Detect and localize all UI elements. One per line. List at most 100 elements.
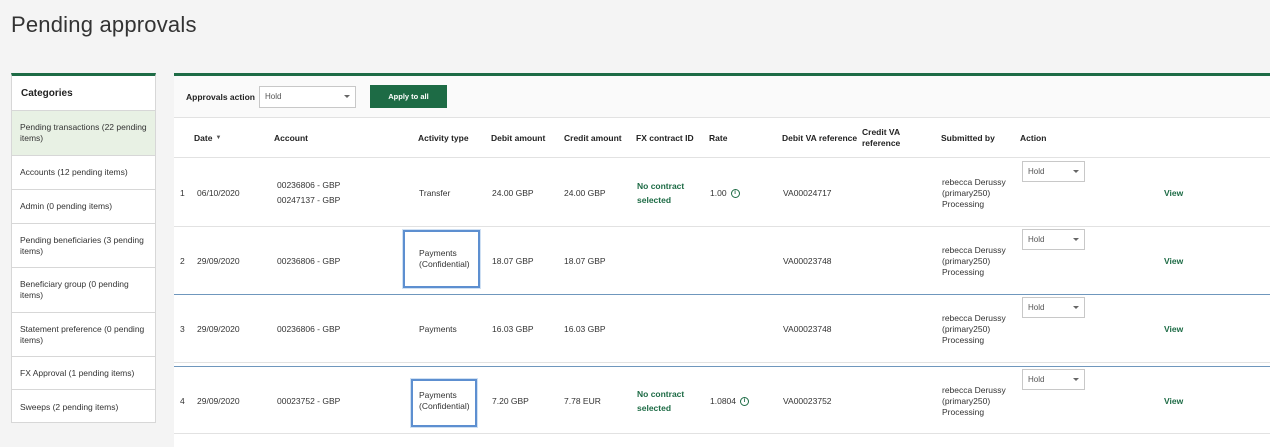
row-date: 29/09/2020	[197, 395, 240, 406]
categories-sidebar: Categories Pending transactions (22 pend…	[11, 73, 156, 423]
row-number: 3	[180, 323, 185, 334]
sidebar-item-label: Beneficiary group (0 pending items)	[20, 279, 129, 300]
sidebar-item-fx-approval[interactable]: FX Approval (1 pending items)	[12, 357, 155, 390]
table-row: 4 29/09/2020 00023752 - GBP Payments (Co…	[174, 366, 1270, 434]
row-debit-va-reference: VA00024717	[783, 187, 832, 198]
row-number: 4	[180, 395, 185, 406]
row-action-select[interactable]: Hold	[1022, 161, 1085, 182]
row-debit-va-reference: VA00023748	[783, 255, 832, 266]
row-debit-va-reference: VA00023748	[783, 323, 832, 334]
row-view-link[interactable]: View	[1164, 159, 1183, 227]
row-activity-type[interactable]: Payments (Confidential)	[419, 225, 475, 293]
chevron-down-icon	[1073, 305, 1079, 309]
row-submitted-by: rebecca Derussy (primary250) Processing	[942, 312, 1006, 345]
row-fx-contract-id: No contract selected	[637, 181, 685, 205]
sidebar-item-label: Pending transactions (22 pending items)	[20, 122, 147, 143]
apply-to-all-button[interactable]: Apply to all	[369, 85, 447, 108]
row-account: 00236806 - GBP	[277, 255, 341, 266]
sidebar-item-label: FX Approval (1 pending items)	[20, 367, 135, 378]
row-number: 1	[180, 187, 185, 198]
sidebar-item-label: Accounts (12 pending items)	[20, 167, 128, 177]
row-date: 29/09/2020	[197, 255, 240, 266]
chevron-down-icon	[1073, 377, 1079, 381]
row-credit-amount: 24.00 GBP	[564, 187, 606, 198]
row-submitted-by: rebecca Derussy (primary250) Processing	[942, 176, 1006, 209]
row-rate: 1.00 i	[710, 159, 740, 227]
row-debit-amount: 18.07 GBP	[492, 255, 534, 266]
row-view-link[interactable]: View	[1164, 367, 1183, 435]
page-title: Pending approvals	[11, 12, 197, 37]
sidebar-item-label: Admin (0 pending items)	[20, 201, 113, 211]
row-debit-va-reference: VA00023752	[783, 395, 832, 406]
column-header-debit-va-reference: Debit VA reference	[782, 132, 858, 143]
sort-desc-icon: ▼	[215, 134, 222, 141]
row-fx-contract-id: No contract selected	[637, 389, 685, 413]
sidebar-item-statement-preference[interactable]: Statement preference (0 pending items)	[12, 313, 155, 357]
sidebar-item-admin[interactable]: Admin (0 pending items)	[12, 190, 155, 224]
approvals-action-label: Approvals action	[186, 91, 255, 102]
column-header-action: Action	[1020, 132, 1047, 143]
row-account: 00236806 - GBP	[277, 323, 341, 334]
info-icon[interactable]: i	[740, 396, 749, 406]
sidebar-item-label: Statement preference (0 pending items)	[20, 323, 145, 345]
row-action-value: Hold	[1028, 167, 1045, 176]
column-header-activity-type: Activity type	[418, 132, 469, 143]
column-header-debit-amount: Debit amount	[491, 132, 546, 143]
row-action-select[interactable]: Hold	[1022, 369, 1085, 390]
row-debit-amount: 24.00 GBP	[492, 187, 534, 198]
approvals-toolbar: Approvals action Hold Apply to all	[174, 76, 1270, 118]
row-view-link[interactable]: View	[1164, 295, 1183, 363]
row-account: 00236806 - GBP 00247137 - GBP	[277, 159, 340, 227]
row-action-select[interactable]: Hold	[1022, 297, 1085, 318]
row-submitted-by: rebecca Derussy (primary250) Processing	[942, 384, 1006, 417]
row-date: 29/09/2020	[197, 323, 240, 334]
approvals-action-select[interactable]: Hold	[258, 85, 356, 108]
info-icon[interactable]: i	[730, 188, 740, 198]
row-debit-amount: 7.20 GBP	[492, 395, 529, 406]
table-row: 2 29/09/2020 00236806 - GBP Payments (Co…	[174, 227, 1270, 295]
column-header-fx-contract-id: FX contract ID	[636, 132, 694, 143]
sidebar-item-label: Sweeps (2 pending items)	[20, 401, 119, 412]
row-submitted-by: rebecca Derussy (primary250) Processing	[942, 244, 1006, 277]
row-credit-amount: 7.78 EUR	[564, 395, 601, 406]
sidebar-item-sweeps[interactable]: Sweeps (2 pending items)	[12, 390, 155, 424]
row-credit-amount: 18.07 GBP	[564, 255, 606, 266]
row-action-value: Hold	[1028, 303, 1045, 312]
row-action-value: Hold	[1028, 375, 1045, 384]
column-header-submitted-by: Submitted by	[941, 132, 995, 143]
row-rate-value: 1.00	[710, 187, 727, 198]
column-header-rate: Rate	[709, 132, 728, 143]
chevron-down-icon	[1073, 169, 1079, 173]
sidebar-item-label: Pending beneficiaries (3 pending items)	[20, 234, 144, 256]
row-activity-type: Payments	[419, 323, 457, 334]
column-header-date[interactable]: Date ▼	[194, 118, 221, 158]
row-action-select[interactable]: Hold	[1022, 229, 1085, 250]
sidebar-header: Categories	[12, 76, 155, 111]
approvals-panel: Approvals action Hold Apply to all Date …	[174, 73, 1270, 447]
table-row: 1 06/10/2020 00236806 - GBP 00247137 - G…	[174, 159, 1270, 227]
sidebar-item-pending-transactions[interactable]: Pending transactions (22 pending items)	[12, 111, 155, 156]
row-action-value: Hold	[1028, 235, 1045, 244]
row-debit-amount: 16.03 GBP	[492, 323, 534, 334]
row-date: 06/10/2020	[197, 187, 240, 198]
row-account: 00023752 - GBP	[277, 395, 341, 406]
row-account-primary: 00236806 - GBP	[277, 180, 341, 190]
column-header-credit-amount: Credit amount	[564, 132, 622, 143]
sidebar-item-pending-beneficiaries[interactable]: Pending beneficiaries (3 pending items)	[12, 224, 155, 268]
approvals-action-value: Hold	[264, 92, 282, 101]
sidebar-item-accounts[interactable]: Accounts (12 pending items)	[12, 156, 155, 190]
row-number: 2	[180, 255, 185, 266]
chevron-down-icon	[343, 94, 350, 98]
table-header: Date ▼ Account Activity type Debit amoun…	[174, 118, 1270, 158]
row-credit-amount: 16.03 GBP	[564, 323, 606, 334]
column-header-label: Date	[194, 132, 213, 143]
row-account-secondary: 00247137 - GBP	[277, 195, 341, 205]
table-row: 3 29/09/2020 00236806 - GBP Payments 16.…	[174, 295, 1270, 363]
row-view-link[interactable]: View	[1164, 227, 1183, 295]
chevron-down-icon	[1073, 237, 1079, 241]
row-activity-type: Transfer	[419, 187, 451, 198]
row-rate: 1.0804 i	[710, 367, 749, 435]
row-activity-type[interactable]: Payments (Confidential)	[419, 367, 475, 435]
row-rate-value: 1.0804	[710, 395, 736, 406]
sidebar-item-beneficiary-group[interactable]: Beneficiary group (0 pending items)	[12, 268, 155, 313]
